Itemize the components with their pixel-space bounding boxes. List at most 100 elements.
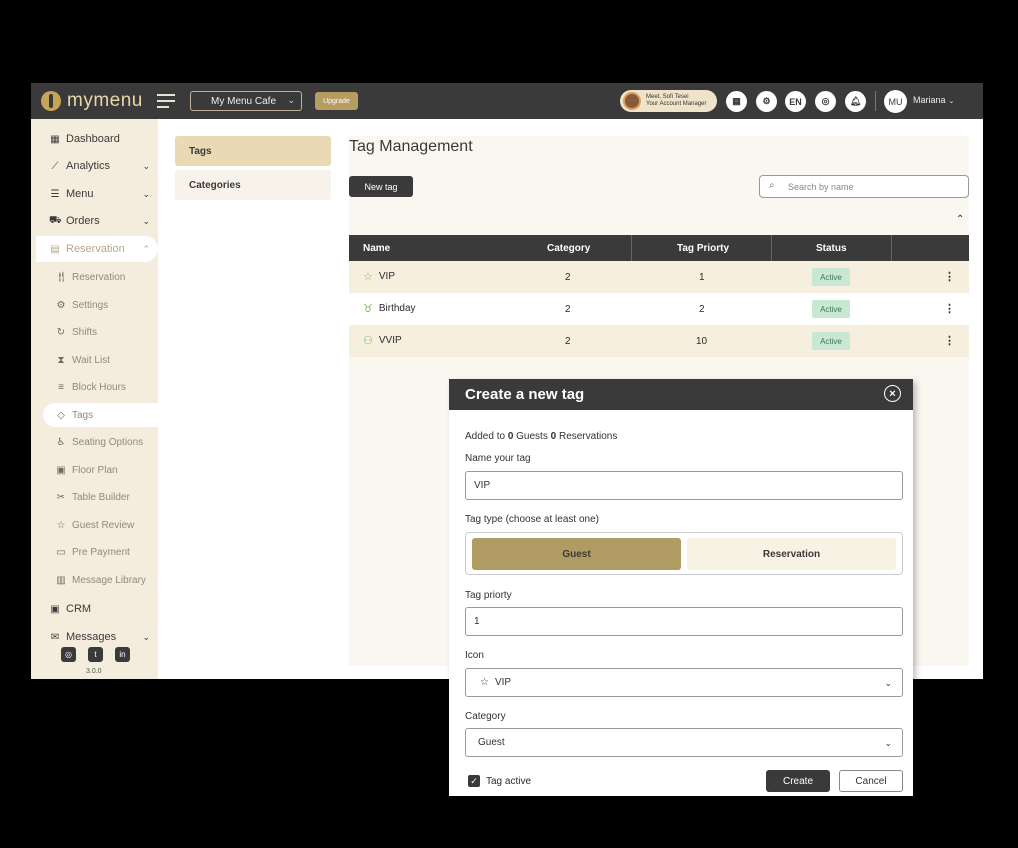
type-guest-button[interactable]: Guest: [472, 538, 681, 570]
notification-bell-icon[interactable]: 🔔︎: [845, 91, 866, 112]
account-manager-badge[interactable]: Meet, Sofi Tesei Your Account Manager: [620, 90, 717, 112]
star-icon: ☆: [363, 271, 373, 283]
version-label: 3.0.0: [86, 668, 102, 675]
tab-tags[interactable]: Tags: [175, 136, 331, 166]
tag-priority: 1: [699, 272, 705, 283]
sidebar-sub-block-hours[interactable]: ≡ Block Hours: [31, 375, 158, 399]
search-placeholder: Search by name: [788, 181, 854, 192]
column-header[interactable]: Name: [363, 243, 390, 254]
table-row[interactable]: ⚇ VVIP 2 10 Active ⋮: [349, 325, 969, 357]
sidebar-sub-table-builder[interactable]: ✂ Table Builder: [31, 485, 158, 509]
chevron-down-icon: ⌄: [287, 95, 295, 105]
column-header[interactable]: Category: [547, 243, 590, 254]
tag-category: 2: [565, 272, 571, 283]
sidebar-item-crm[interactable]: ▣ CRM: [31, 596, 158, 622]
close-icon[interactable]: ×: [884, 385, 901, 402]
column-header[interactable]: Tag Priorty: [677, 243, 729, 254]
upgrade-button[interactable]: Upgrade: [315, 92, 358, 110]
modal-title: Create a new tag: [465, 386, 585, 403]
calendar-icon: ▤: [50, 243, 60, 255]
tag-priority-input[interactable]: 1: [465, 607, 903, 636]
user-menu[interactable]: Mariana ⌄: [913, 95, 954, 105]
manager-role: Your Account Manager: [646, 101, 707, 107]
search-input[interactable]: ⌕ Search by name: [759, 175, 969, 198]
icon-select[interactable]: ☆ VIP ⌄: [465, 668, 903, 697]
twitter-icon[interactable]: t: [88, 647, 103, 662]
table-row[interactable]: ☆ VIP 2 1 Active ⋮: [349, 261, 969, 293]
tag-active-checkbox[interactable]: ✓: [468, 775, 480, 787]
sidebar-sub-reservation[interactable]: 🍴︎ Reservation: [31, 265, 158, 289]
envelope-icon: ✉: [50, 631, 60, 643]
sidebar-sub-guest-review[interactable]: ☆ Guest Review: [31, 513, 158, 537]
cafe-select-value: My Menu Cafe: [211, 95, 277, 107]
user-avatar[interactable]: MU: [884, 90, 907, 113]
language-button[interactable]: EN: [785, 91, 806, 112]
tag-name-input[interactable]: VIP: [465, 471, 903, 500]
instagram-icon[interactable]: ◎: [61, 647, 76, 662]
sidebar-sub-pre-payment[interactable]: ▭ Pre Payment: [31, 540, 158, 564]
create-tag-modal: Create a new tag × Added to 0 Guests 0 R…: [449, 379, 913, 796]
cafe-select[interactable]: My Menu Cafe ⌄: [190, 91, 302, 111]
menu-icon: ☰: [50, 188, 60, 200]
name-label: Name your tag: [465, 453, 531, 464]
table-row[interactable]: ♉︎ Birthday 2 2 Active ⋮: [349, 293, 969, 325]
review-icon: ☆: [56, 519, 66, 531]
more-options-icon[interactable]: ⋮: [944, 270, 955, 283]
chevron-down-icon: ⌄: [948, 98, 955, 105]
sidebar-item-reservation[interactable]: ▤ Reservation ⌃: [36, 236, 158, 262]
sidebar-sub-floor-plan[interactable]: ▣ Floor Plan: [31, 458, 158, 482]
chevron-up-icon[interactable]: ⌃: [956, 214, 964, 225]
tags-table: Name Category Tag Priorty Status ☆ VIP 2 …: [349, 235, 969, 357]
column-header[interactable]: Status: [816, 243, 847, 254]
tag-icon: ◇: [57, 409, 65, 421]
accessibility-icon: ♿︎: [56, 436, 66, 448]
more-options-icon[interactable]: ⋮: [944, 334, 955, 347]
tools-icon: ✂: [56, 491, 66, 503]
user-name: Mariana: [913, 95, 946, 105]
tag-priority: 2: [699, 304, 705, 315]
sidebar-item-menu[interactable]: ☰ Menu ⌄: [31, 181, 158, 207]
sidebar-item-orders[interactable]: ⛟ Orders ⌄: [31, 208, 158, 234]
tab-categories[interactable]: Categories: [175, 170, 331, 200]
cancel-button[interactable]: Cancel: [839, 770, 903, 792]
tag-priority-value: 1: [474, 616, 480, 627]
hamburger-menu-icon[interactable]: [157, 94, 175, 108]
priority-label: Tag priorty: [465, 590, 512, 601]
refresh-icon: ↻: [56, 326, 66, 338]
grid-apps-icon[interactable]: ▦: [726, 91, 747, 112]
category-label: Category: [465, 711, 506, 722]
new-tag-button[interactable]: New tag: [349, 176, 413, 197]
sidebar-sub-message-library[interactable]: ▥ Message Library: [31, 568, 158, 592]
chevron-down-icon: ⌄: [142, 215, 150, 226]
sidebar-sub-seating-options[interactable]: ♿︎ Seating Options: [31, 430, 158, 454]
table-header: Name Category Tag Priorty Status: [349, 235, 969, 261]
top-bar: mymenu My Menu Cafe ⌄ Upgrade Meet, Sofi…: [31, 83, 983, 119]
type-reservation-button[interactable]: Reservation: [687, 538, 896, 570]
cutlery-icon: 🍴︎: [55, 271, 68, 283]
linkedin-icon[interactable]: in: [115, 647, 130, 662]
floor-plan-icon: ▣: [56, 464, 66, 476]
settings-gear-icon[interactable]: ⚙: [756, 91, 777, 112]
user-check-icon: ⚇: [363, 335, 373, 347]
tag-priority: 10: [696, 336, 708, 347]
page-title: Tag Management: [349, 138, 473, 155]
create-button[interactable]: Create: [766, 770, 830, 792]
support-headset-icon[interactable]: ◎: [815, 91, 836, 112]
more-options-icon[interactable]: ⋮: [944, 302, 955, 315]
chevron-up-icon: ⌃: [142, 243, 150, 254]
tag-active-row: ✓ Tag active: [468, 775, 531, 787]
tag-name: VIP: [378, 271, 395, 282]
logo[interactable]: mymenu: [41, 90, 143, 112]
category-select[interactable]: Guest ⌄: [465, 728, 903, 757]
sidebar-sub-shifts[interactable]: ↻ Shifts: [31, 320, 158, 344]
sidebar-sub-wait-list[interactable]: ⧗ Wait List: [31, 348, 158, 372]
sidebar-sub-tags[interactable]: ◇ Tags: [43, 403, 158, 427]
chevron-down-icon: ⌄: [142, 631, 150, 642]
sidebar-item-dashboard[interactable]: ▦ Dashboard: [31, 126, 158, 152]
tag-name: Birthday: [378, 303, 416, 314]
status-badge: Active: [812, 300, 850, 318]
sidebar-item-label: Orders: [66, 215, 100, 227]
manager-name: Meet, Sofi Tesei: [646, 94, 689, 100]
sidebar-sub-settings[interactable]: ⚙ Settings: [31, 293, 158, 317]
sidebar-item-analytics[interactable]: ⟋ Analytics ⌄: [31, 153, 158, 179]
